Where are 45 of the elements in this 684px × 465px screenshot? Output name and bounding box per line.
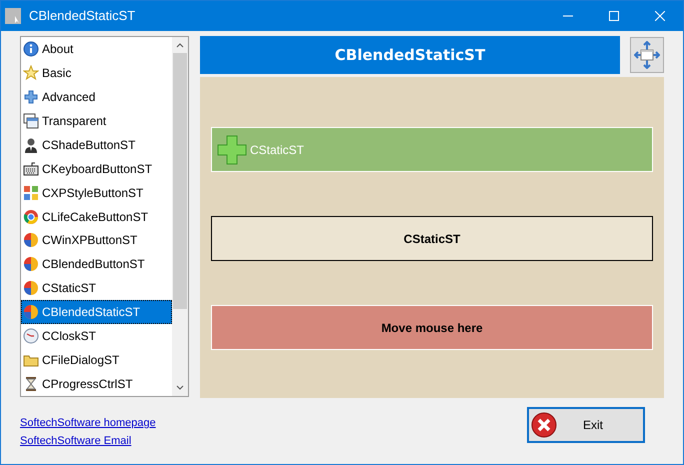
- list-item[interactable]: About: [21, 37, 172, 61]
- list-item[interactable]: Transparent: [21, 108, 172, 133]
- list-item[interactable]: CStaticST: [21, 276, 172, 300]
- keyboard-icon: [23, 160, 39, 177]
- static-frame: CStaticST: [211, 216, 653, 261]
- hover-area[interactable]: Move mouse here: [211, 305, 653, 350]
- move-arrows-icon: [634, 41, 660, 69]
- static-banner: CStaticST: [211, 127, 653, 172]
- list-item[interactable]: CKeyboardButtonST: [21, 156, 172, 181]
- plus-icon: [23, 88, 39, 105]
- list-item[interactable]: CShadeButtonST: [21, 132, 172, 157]
- window-title: CBlendedStaticST: [29, 7, 136, 26]
- error-icon: [531, 412, 557, 438]
- link[interactable]: SoftechSoftware Email: [20, 432, 132, 449]
- link[interactable]: SoftechSoftware homepage: [20, 415, 156, 432]
- list-item[interactable]: CBlendedButtonST: [21, 252, 172, 276]
- ball-icon: [23, 232, 39, 248]
- list-item[interactable]: Basic: [21, 60, 172, 85]
- header-banner: CBlendedStaticST: [200, 36, 620, 74]
- app-icon: [5, 8, 21, 24]
- hourglass-icon: [23, 376, 39, 392]
- person-icon: [23, 136, 39, 153]
- ball-icon: [23, 304, 39, 320]
- list-item[interactable]: CBlendedStaticST: [21, 300, 172, 324]
- info-icon: [23, 40, 39, 57]
- plus-icon: [217, 134, 247, 164]
- windows-icon: [23, 112, 39, 129]
- list-item[interactable]: CXPStyleButtonST: [21, 180, 172, 205]
- list-item[interactable]: Advanced: [21, 84, 172, 109]
- star-icon: [23, 64, 39, 81]
- scrollbar[interactable]: [172, 37, 188, 396]
- maximize-icon[interactable]: [609, 11, 619, 21]
- ball-icon: [23, 280, 39, 296]
- tiles-icon: [23, 184, 39, 201]
- ring-icon: [23, 208, 39, 225]
- exit-button[interactable]: Exit: [527, 407, 645, 443]
- close-icon[interactable]: [655, 11, 665, 21]
- list-item[interactable]: CProgressCtrlST: [21, 372, 172, 396]
- list-item[interactable]: CWinXPButtonST: [21, 228, 172, 252]
- resize-button[interactable]: [630, 37, 664, 73]
- list-item[interactable]: CLifeCakeButtonST: [21, 204, 172, 228]
- ball-icon: [23, 256, 39, 272]
- list-item[interactable]: CCloskST: [21, 324, 172, 348]
- list-item[interactable]: CFileDialogST: [21, 348, 172, 372]
- clock-icon: [23, 328, 39, 344]
